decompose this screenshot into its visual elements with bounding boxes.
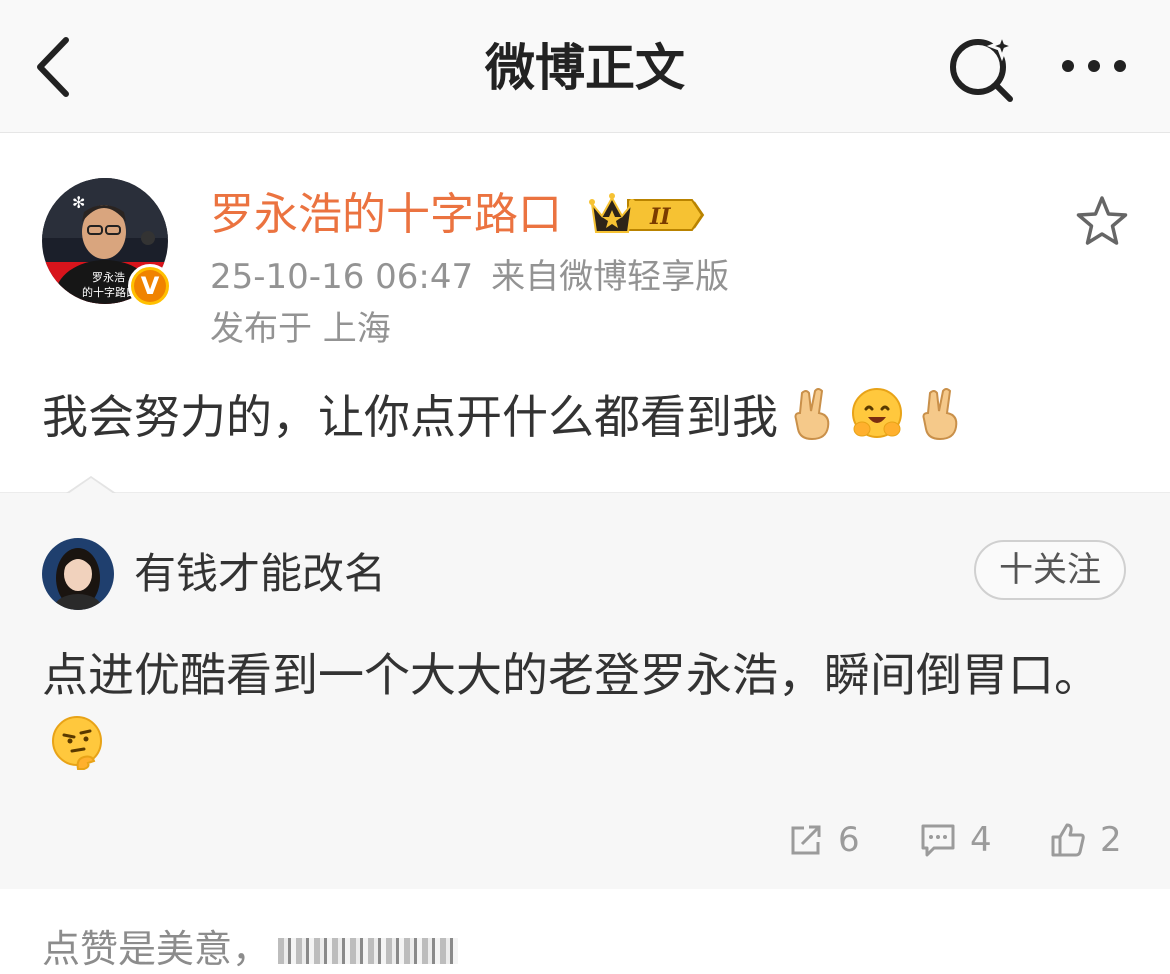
thumbs-up-icon xyxy=(1051,823,1085,857)
comment-count: 4 xyxy=(970,820,992,860)
svg-text:✻: ✻ xyxy=(72,193,85,212)
comment-section-hint: 点赞是美意， xyxy=(42,924,459,974)
share-action[interactable]: 6 xyxy=(788,816,868,864)
post-time: 25-10-16 06:47 xyxy=(210,257,474,297)
follow-button[interactable]: 十关注 xyxy=(974,540,1126,600)
search-sparkle-icon[interactable] xyxy=(944,33,1020,103)
repost-text: 点进优酷看到一个大大的老登罗永浩，瞬间倒胃口。 xyxy=(42,640,1122,780)
thinking-face-emoji-icon xyxy=(52,716,102,770)
victory-hand-emoji-icon xyxy=(922,388,958,441)
hugging-face-emoji-icon xyxy=(852,388,902,438)
post-text: 我会努力的，让你点开什么都看到我 xyxy=(42,384,970,450)
comment-action[interactable]: 4 xyxy=(920,816,1000,864)
post-body: 我会努力的，让你点开什么都看到我 xyxy=(42,390,778,444)
share-count: 6 xyxy=(838,820,860,860)
post-meta: 25-10-16 06:47 来自微博轻享版 xyxy=(210,254,729,300)
avatar-caption-line1: 罗永浩 xyxy=(92,270,125,284)
reposter-name[interactable]: 有钱才能改名 xyxy=(134,546,386,602)
obscured-text xyxy=(278,938,459,964)
member-crown-badge-icon: II xyxy=(589,193,705,233)
svg-text:II: II xyxy=(649,204,671,230)
verified-badge-icon: V xyxy=(128,264,172,308)
post-source[interactable]: 来自微博轻享版 xyxy=(491,257,729,297)
reposter-avatar[interactable] xyxy=(42,538,114,610)
share-icon xyxy=(791,825,821,855)
more-horizontal-icon[interactable] xyxy=(1058,46,1134,86)
favorite-star-icon[interactable] xyxy=(1074,194,1130,250)
like-count: 2 xyxy=(1100,820,1122,860)
repost-body: 点进优酷看到一个大大的老登罗永浩，瞬间倒胃口。 xyxy=(42,648,1100,702)
comment-icon xyxy=(921,824,955,857)
post-location: 发布于 上海 xyxy=(210,309,391,349)
author-name[interactable]: 罗永浩的十字路口 xyxy=(210,186,562,244)
like-action[interactable]: 2 xyxy=(1050,816,1130,864)
comment-hint-text: 点赞是美意， xyxy=(42,927,271,971)
top-nav-bar: 微博正文 xyxy=(0,0,1170,133)
victory-hand-emoji-icon xyxy=(794,388,830,441)
